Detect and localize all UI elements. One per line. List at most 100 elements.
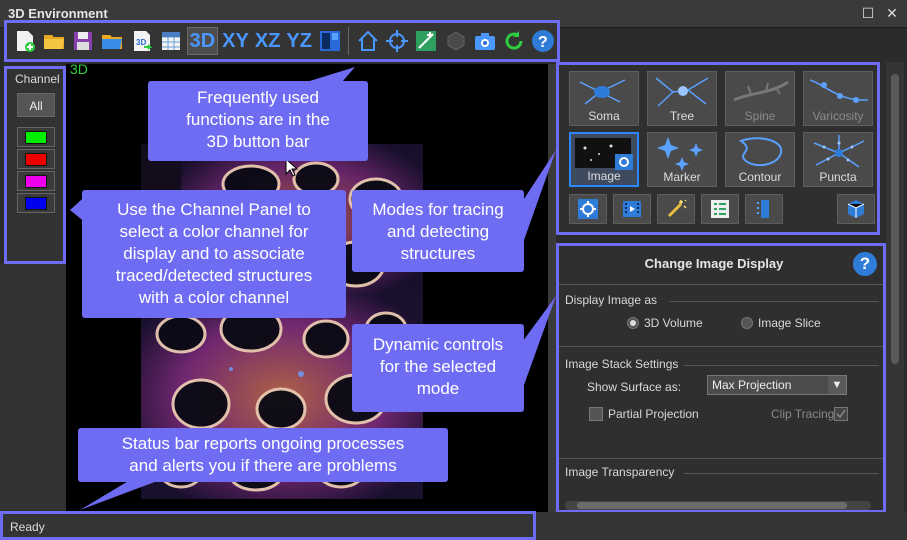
toolbar-separator [348, 27, 350, 55]
camera-icon[interactable] [471, 27, 498, 55]
clip-tracing-checkbox[interactable] [834, 407, 848, 421]
callout-line: mode [416, 379, 460, 398]
channel-panel: Channel All [4, 66, 66, 264]
image-slice-radio[interactable] [741, 317, 753, 329]
3d-volume-radio[interactable] [627, 317, 639, 329]
divider [684, 473, 879, 474]
refresh-icon[interactable] [501, 27, 528, 55]
callout-channel: Use the Channel Panel to select a color … [82, 190, 346, 318]
filmstrip-button[interactable] [613, 194, 651, 224]
channel-swatch [25, 152, 47, 166]
open-data-icon[interactable] [99, 27, 126, 55]
open-folder-icon[interactable] [40, 27, 67, 55]
neuron-icon[interactable] [442, 27, 469, 55]
callout-line: for the selected [379, 357, 497, 376]
all-channels-button[interactable]: All [17, 93, 55, 117]
callout-line: and alerts you if there are problems [129, 456, 397, 475]
callout-modes: Modes for tracing and detecting structur… [352, 190, 524, 272]
mode-spine-button[interactable]: Spine [725, 71, 795, 126]
mode-image-button[interactable]: Image [569, 132, 639, 187]
mode-label: Varicosity [812, 109, 864, 123]
svg-text:?: ? [538, 34, 548, 51]
mode-tree-button[interactable]: Tree [647, 71, 717, 126]
callout-line: functions are in the [186, 110, 330, 129]
3d-volume-label: 3D Volume [644, 316, 703, 330]
3d-button-bar: 3D 3D XY XZ YZ ? [4, 20, 560, 62]
callout-toolbar: Frequently used functions are in the 3D … [148, 81, 368, 161]
settings-gear-button[interactable] [569, 194, 607, 224]
layout-icon[interactable] [316, 27, 343, 55]
channel-red-button[interactable] [17, 149, 55, 169]
channel-blue-button[interactable] [17, 193, 55, 213]
table-icon[interactable] [157, 27, 184, 55]
mode-soma-button[interactable]: Soma [569, 71, 639, 126]
view-xy-button[interactable]: XY [220, 27, 251, 55]
mode-marker-button[interactable]: Marker [647, 132, 717, 187]
image-transparency-label: Image Transparency [565, 465, 675, 479]
horizontal-scrollbar[interactable] [565, 501, 871, 510]
cube-button[interactable] [837, 194, 875, 224]
show-surface-value: Max Projection [712, 378, 792, 392]
chevron-down-icon: ▼ [828, 376, 846, 394]
mode-contour-button[interactable]: Contour [725, 132, 795, 187]
status-bar-highlight [0, 511, 536, 540]
measure-icon[interactable] [413, 27, 440, 55]
mode-varicosity-button[interactable]: Varicosity [803, 71, 873, 126]
save-icon[interactable] [70, 27, 97, 55]
image-stack-settings-label: Image Stack Settings [565, 357, 679, 371]
divider [559, 458, 883, 459]
divider [669, 301, 879, 302]
channel-swatch [25, 130, 47, 144]
checklist-button[interactable] [701, 194, 739, 224]
callout-line: Use the Channel Panel to [117, 200, 311, 219]
callout-line: structures [400, 244, 476, 263]
channel-green-button[interactable] [17, 127, 55, 147]
image-slice-label: Image Slice [758, 316, 821, 330]
view-xz-button[interactable]: XZ [253, 27, 283, 55]
callout-line: Modes for tracing [372, 200, 504, 219]
maximize-icon[interactable]: ☐ [858, 4, 878, 22]
callout-line: Frequently used [197, 88, 319, 107]
mode-label: Soma [588, 109, 620, 123]
home-icon[interactable] [354, 27, 381, 55]
help-button[interactable]: ? [853, 252, 877, 276]
channel-label: Channel [15, 72, 60, 86]
mode-label: Image [587, 169, 621, 183]
display-image-as-label: Display Image as [565, 293, 658, 307]
mode-label: Spine [744, 109, 776, 123]
new-file-icon[interactable] [11, 27, 38, 55]
channel-swatch [25, 196, 47, 210]
scrollbar-thumb[interactable] [577, 502, 847, 509]
mode-puncta-button[interactable]: Puncta [803, 132, 873, 187]
mode-label: Tree [669, 109, 695, 123]
left-panel-background [0, 264, 66, 510]
scrollbar-thumb[interactable] [891, 74, 899, 364]
right-scrollbar[interactable] [886, 62, 904, 512]
callout-line: and detecting [386, 222, 490, 241]
view-yz-button[interactable]: YZ [284, 27, 314, 55]
divider [559, 346, 883, 347]
callout-dynamic: Dynamic controls for the selected mode [352, 324, 524, 412]
crosshair-icon[interactable] [383, 27, 410, 55]
callout-line: with a color channel [138, 288, 290, 307]
callout-line: 3D button bar [206, 132, 310, 151]
magic-wand-button[interactable] [657, 194, 695, 224]
list-button[interactable] [745, 194, 783, 224]
viewer-scrollbar[interactable] [548, 64, 556, 512]
close-icon[interactable]: ✕ [882, 4, 902, 22]
help-icon[interactable]: ? [530, 27, 557, 55]
svg-text:3D: 3D [136, 38, 146, 47]
view-3d-button[interactable]: 3D [186, 27, 219, 55]
callout-line: Status bar reports ongoing processes [121, 434, 405, 453]
mode-label: Marker [663, 170, 701, 184]
dynamic-controls-panel: Change Image Display ? Display Image as … [556, 243, 886, 513]
callout-line: display and to associate [123, 244, 305, 263]
export-3d-icon[interactable]: 3D [128, 27, 155, 55]
partial-projection-checkbox[interactable] [589, 407, 603, 421]
channel-magenta-button[interactable] [17, 171, 55, 191]
show-surface-label: Show Surface as: [587, 380, 682, 394]
show-surface-select[interactable]: Max Projection ▼ [707, 375, 847, 395]
window-title: 3D Environment [8, 6, 108, 21]
clip-tracing-label: Clip Tracing [771, 407, 835, 421]
callout-status: Status bar reports ongoing processes and… [78, 428, 448, 482]
